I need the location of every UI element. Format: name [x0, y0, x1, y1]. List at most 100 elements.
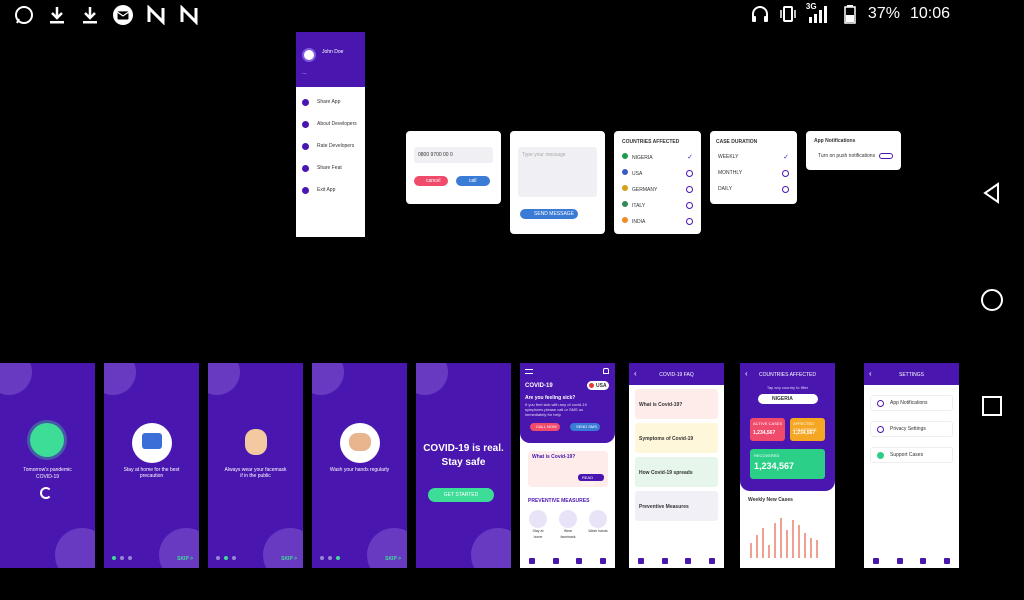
- call-now-button[interactable]: CALL NOW: [530, 423, 560, 431]
- network-type: 3G: [805, 2, 817, 11]
- check-icon: ✓: [783, 154, 789, 161]
- info-card[interactable]: What is Covid-19? READ MORE: [528, 451, 608, 487]
- home-tab-icon[interactable]: [637, 558, 644, 564]
- home-tab-icon[interactable]: [528, 558, 535, 564]
- message-input[interactable]: Type your message: [518, 147, 597, 197]
- skip-button[interactable]: SKIP >: [177, 556, 193, 562]
- check-icon: ✓: [687, 154, 693, 161]
- read-more-button[interactable]: READ MORE: [578, 474, 604, 486]
- info-tab-icon[interactable]: [552, 558, 559, 564]
- signal-icon: 3G: [805, 2, 832, 24]
- message-dialog: Type your message SEND MESSAGE: [510, 131, 605, 234]
- navigation-bar: [960, 32, 1024, 600]
- cancel-button[interactable]: cancel: [414, 176, 448, 186]
- get-started-screen: COVID-19 is real. Stay safe GET STARTED: [416, 363, 511, 568]
- onboarding-screen-2: Always wear your facemask if in the publ…: [208, 363, 303, 568]
- faq-header: ‹ COVID-19 FAQ: [629, 363, 724, 385]
- radio-icon: [686, 185, 693, 193]
- country-item-usa[interactable]: USA: [614, 165, 701, 181]
- facemask-illustration: [235, 423, 276, 463]
- send-message-button[interactable]: SEND MESSAGE: [520, 209, 578, 219]
- chart-bar: [780, 518, 782, 558]
- people-icon: [302, 120, 309, 128]
- country-item-italy[interactable]: ITALY: [614, 197, 701, 213]
- home-screen: COVID-19 USA Are you feeling sick? If yo…: [520, 363, 615, 568]
- skip-button[interactable]: SKIP >: [385, 556, 401, 562]
- info-tab-icon[interactable]: [661, 558, 668, 564]
- duration-item-weekly[interactable]: WEEKLY ✓: [710, 149, 797, 165]
- measure-item[interactable]: Stay at home: [528, 510, 548, 540]
- home-icon[interactable]: [976, 284, 1008, 316]
- settings-tab-icon[interactable]: [709, 558, 716, 564]
- radio-icon: [686, 201, 693, 209]
- back-icon[interactable]: [976, 177, 1008, 209]
- headline: COVID-19 is real.: [423, 443, 504, 454]
- call-button[interactable]: call: [456, 176, 490, 186]
- settings-screen: ‹ SETTINGS App Notifications Privacy Set…: [864, 363, 959, 568]
- splash-sublabel: COVID-19: [35, 474, 60, 480]
- onboarding-caption: Always wear your facemask if in the publ…: [224, 467, 287, 479]
- faq-item-4[interactable]: Preventive Measures: [635, 491, 718, 521]
- stats-subtitle: Tap any country to filter: [766, 385, 809, 390]
- menu-icon[interactable]: [525, 369, 533, 374]
- avatar: [302, 48, 316, 62]
- faq-item-3[interactable]: How Covid-19 spreads: [635, 457, 718, 487]
- settings-tab-icon[interactable]: [944, 558, 951, 564]
- country-item-germany[interactable]: GERMANY: [614, 181, 701, 197]
- country-selector[interactable]: USA: [587, 381, 609, 390]
- virus-icon: [877, 451, 884, 459]
- drawer-item-share-feat[interactable]: Share Feat: [296, 157, 365, 179]
- stats-tab-icon[interactable]: [920, 558, 927, 564]
- stats-tab-icon[interactable]: [685, 558, 692, 564]
- country-dropdown[interactable]: NIGERIA: [758, 394, 818, 404]
- settings-item-support[interactable]: Support Cases: [870, 447, 953, 463]
- notification-icon[interactable]: [603, 368, 609, 374]
- battery-percent: 37%: [867, 5, 900, 22]
- drawer-item-about[interactable]: About Developers: [296, 113, 365, 135]
- settings-tab-icon[interactable]: [600, 558, 607, 564]
- duration-item-daily[interactable]: DAILY: [710, 181, 797, 197]
- send-sms-button[interactable]: SEND SMS: [570, 423, 600, 431]
- duration-title: CASE DURATION: [716, 139, 758, 145]
- faq-item-1[interactable]: What is Covid-19?: [635, 389, 718, 419]
- measure-item[interactable]: Wear facemask: [558, 510, 578, 540]
- sick-question: Are you feeling sick?: [525, 395, 576, 401]
- phone-number-field[interactable]: 0800 9700 00 0: [414, 147, 493, 163]
- vibrate-icon: [778, 4, 798, 24]
- settings-item-privacy[interactable]: Privacy Settings: [870, 421, 953, 437]
- country-item-india[interactable]: INDIA: [614, 213, 701, 229]
- drawer-user-name: John Doe: [322, 49, 344, 55]
- skip-button[interactable]: SKIP >: [281, 556, 297, 562]
- duration-item-monthly[interactable]: MONTHLY: [710, 165, 797, 181]
- radio-icon: [686, 169, 693, 177]
- drawer-item-exit[interactable]: Exit App: [296, 179, 365, 201]
- faq-title: COVID-19 FAQ: [659, 372, 694, 378]
- country-item-nigeria[interactable]: NIGERIA ✓: [614, 149, 701, 165]
- faq-item-2[interactable]: Symptoms of Covid-19: [635, 423, 718, 453]
- recents-icon[interactable]: [976, 390, 1008, 422]
- onboarding-screen-1: Stay at home for the best precaution SKI…: [104, 363, 199, 568]
- wash-hands-illustration: [339, 423, 380, 463]
- virus-decoration: [312, 363, 344, 395]
- drawer-item-share[interactable]: Share App: [296, 91, 365, 113]
- bottom-nav: [629, 554, 724, 568]
- home-tab-icon[interactable]: [872, 558, 879, 564]
- recovered-card: RECOVERED 1,234,567: [750, 449, 825, 479]
- notification-toggle[interactable]: [879, 153, 893, 159]
- splash-label: Tomorrow's pandemic: [23, 467, 72, 473]
- n-app-icon: [146, 5, 166, 25]
- settings-item-notifications[interactable]: App Notifications: [870, 395, 953, 411]
- home-title: COVID-19: [525, 383, 553, 389]
- info-tab-icon[interactable]: [896, 558, 903, 564]
- get-started-button[interactable]: GET STARTED: [428, 488, 494, 502]
- measure-item[interactable]: Wash hands: [588, 510, 608, 540]
- virus-decoration: [471, 528, 511, 568]
- stats-tab-icon[interactable]: [576, 558, 583, 564]
- chart-bar: [762, 528, 764, 558]
- stay-home-illustration: [131, 423, 172, 463]
- call-dialog: 0800 9700 00 0 cancel call: [406, 131, 501, 204]
- chart-bar: [768, 545, 770, 558]
- notification-title: App Notifications: [814, 138, 856, 144]
- drawer-item-rate[interactable]: Rate Developers: [296, 135, 365, 157]
- affected-countries-card: AFFECTED COUNTRIES 1,234,567: [790, 418, 825, 441]
